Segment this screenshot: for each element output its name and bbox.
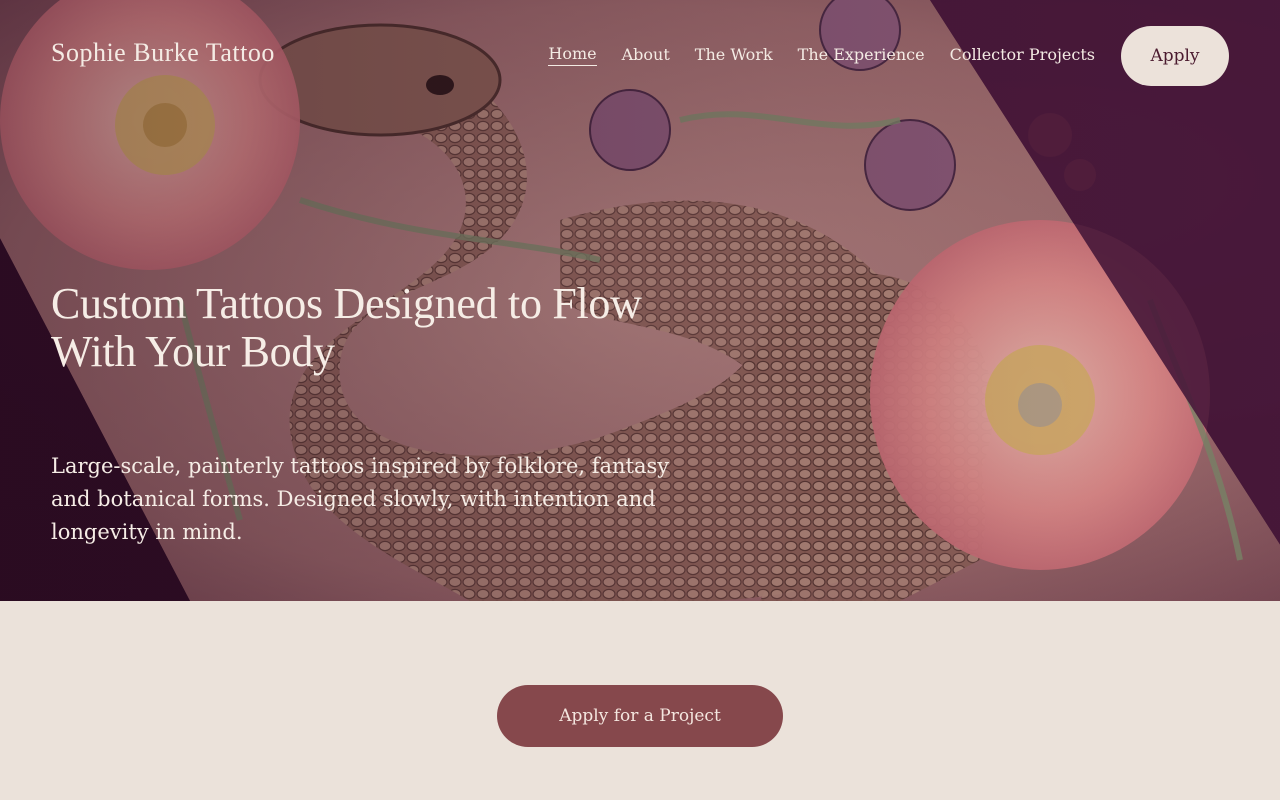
nav-about[interactable]: About	[622, 45, 670, 66]
hero-subtext: Large-scale, painterly tattoos inspired …	[51, 454, 670, 544]
nav-the-work[interactable]: The Work	[695, 45, 773, 66]
site-logo[interactable]: Sophie Burke Tattoo	[51, 38, 275, 68]
hero-section: Sophie Burke Tattoo Home About The Work …	[0, 0, 1280, 601]
apply-for-project-button[interactable]: Apply for a Project	[497, 685, 783, 747]
main-nav: Home About The Work The Experience Colle…	[548, 44, 1095, 66]
nav-home[interactable]: Home	[548, 44, 597, 66]
hero-headline: Custom Tattoos Designed to Flow With You…	[51, 279, 642, 376]
nav-the-experience[interactable]: The Experience	[798, 45, 925, 66]
apply-button[interactable]: Apply	[1121, 26, 1229, 86]
nav-collector-projects[interactable]: Collector Projects	[950, 45, 1095, 66]
